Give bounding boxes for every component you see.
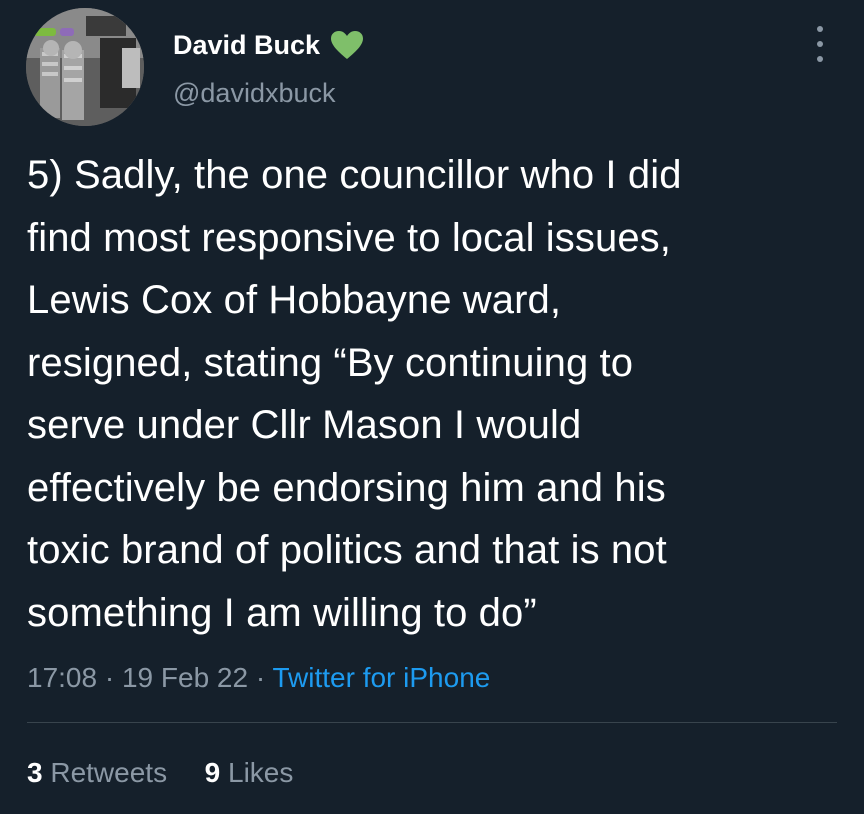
tweet-text-line: 5) Sadly, the one councillor who I did: [27, 153, 682, 197]
retweets-label: Retweets: [50, 757, 168, 788]
tweet-meta: 17:08 · 19 Feb 22 · Twitter for iPhone: [27, 660, 490, 696]
tweet-text-line: toxic brand of politics and that is not: [27, 528, 667, 572]
divider: [27, 722, 837, 723]
meta-separator: ·: [255, 662, 266, 693]
tweet-text-line: Lewis Cox of Hobbayne ward,: [27, 278, 562, 322]
tweet-text-line: something I am willing to do”: [27, 590, 537, 635]
avatar[interactable]: [26, 8, 144, 126]
tweet-time[interactable]: 17:08: [27, 662, 97, 693]
tweet-stats: 3 Retweets 9 Likes: [27, 755, 293, 791]
green-heart-icon: [330, 30, 364, 60]
tweet-text-line: serve under Cllr Mason I would: [27, 403, 582, 447]
more-options-icon[interactable]: [810, 26, 830, 62]
tweet-text: 5) Sadly, the one councillor who I did f…: [27, 144, 837, 644]
tweet-source-link[interactable]: Twitter for iPhone: [272, 662, 490, 693]
more-dot-icon: [817, 56, 823, 62]
more-dot-icon: [817, 41, 823, 47]
author-name-row[interactable]: David Buck: [173, 28, 364, 62]
tweet-date[interactable]: 19 Feb 22: [122, 662, 248, 693]
likes-stat[interactable]: 9 Likes: [205, 757, 294, 788]
meta-separator: ·: [104, 662, 115, 693]
author-handle[interactable]: @davidxbuck: [173, 76, 336, 110]
avatar-image: [26, 8, 144, 126]
retweets-stat[interactable]: 3 Retweets: [27, 757, 175, 788]
author-display-name[interactable]: David Buck: [173, 28, 320, 62]
likes-count: 9: [204, 757, 221, 788]
tweet-detail: David Buck @davidxbuck 5) Sadly, the one…: [0, 0, 864, 814]
retweets-count: 3: [27, 757, 43, 788]
more-dot-icon: [817, 26, 823, 32]
tweet-text-line: resigned, stating “By continuing to: [27, 340, 634, 385]
likes-label: Likes: [228, 757, 294, 788]
tweet-text-line: effectively be endorsing him and his: [27, 465, 666, 510]
tweet-text-line: find most responsive to local issues,: [27, 215, 671, 260]
